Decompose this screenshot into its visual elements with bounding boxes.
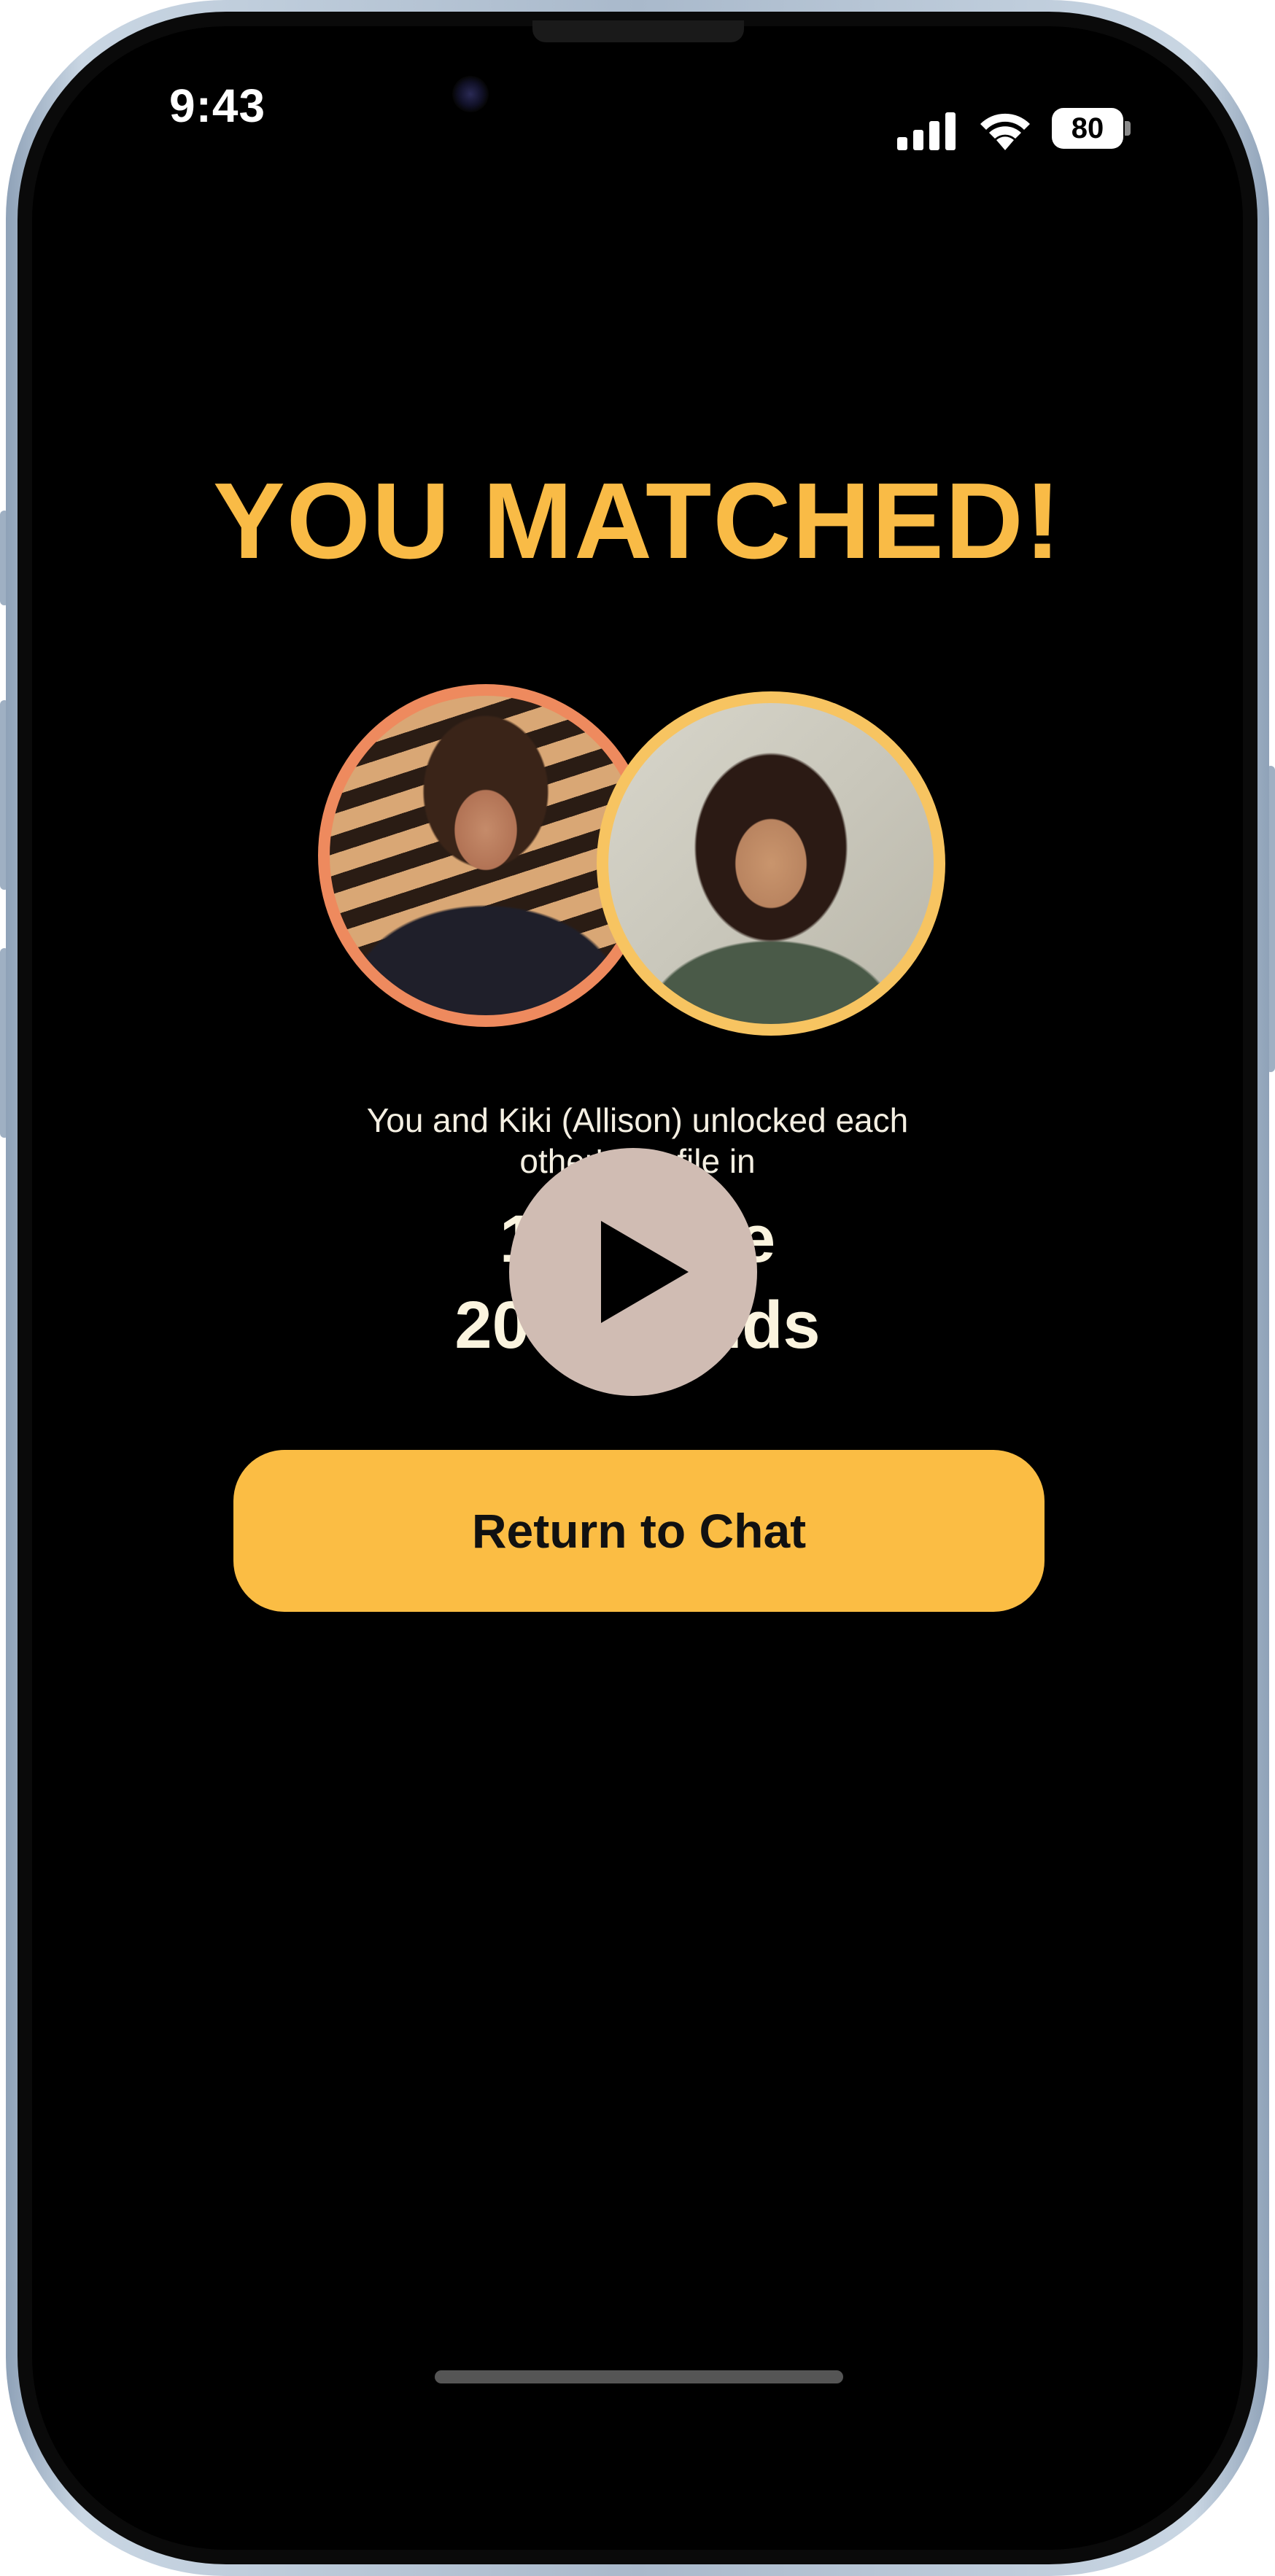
battery-level: 80 <box>1071 112 1104 144</box>
phone-device: 9:43 80 YOU MATCHED! You and Kiki (Allis… <box>0 0 1275 2576</box>
play-icon <box>601 1221 689 1323</box>
battery-icon: 80 <box>1052 108 1123 149</box>
avatar-match <box>597 691 945 1036</box>
match-message-line1: You and Kiki (Allison) unlocked each <box>366 1101 909 1139</box>
play-button[interactable] <box>509 1148 757 1396</box>
status-icons: 80 <box>897 108 1131 153</box>
home-indicator[interactable] <box>435 2370 843 2383</box>
status-time: 9:43 <box>169 79 266 132</box>
match-title: YOU MATCHED! <box>212 461 1063 581</box>
signal-bars-icon <box>897 112 956 150</box>
return-to-chat-button[interactable]: Return to Chat <box>233 1450 1045 1612</box>
front-camera <box>452 76 489 112</box>
wifi-icon <box>980 113 1030 150</box>
battery-cap <box>1125 121 1131 136</box>
speaker-notch <box>532 20 744 42</box>
